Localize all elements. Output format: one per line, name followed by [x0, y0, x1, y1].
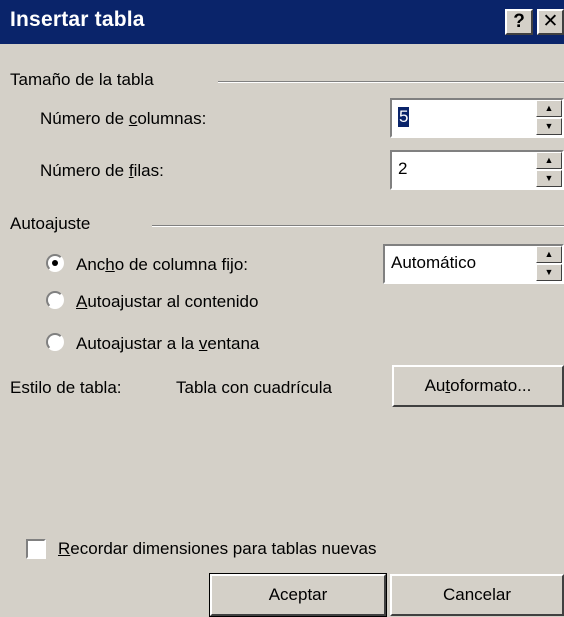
title-bar: Insertar tabla ? ✕	[0, 0, 564, 44]
rows-up-arrow-icon[interactable]: ▲	[536, 152, 562, 169]
rows-spinner[interactable]: 2 ▲ ▼	[390, 150, 564, 190]
autofit-divider	[152, 225, 564, 227]
fixed-width-label[interactable]: Ancho de columna fijo:	[76, 255, 248, 275]
help-button[interactable]: ?	[505, 9, 533, 35]
rows-spin-arrows[interactable]: ▲ ▼	[536, 152, 562, 188]
table-style-value: Tabla con cuadrícula	[176, 378, 332, 397]
rows-value[interactable]: 2	[398, 159, 407, 179]
radio-selected-dot-icon	[52, 260, 58, 266]
table-size-divider	[218, 81, 564, 83]
fit-contents-radio[interactable]	[46, 291, 64, 309]
fit-contents-label[interactable]: Autoajustar al contenido	[76, 292, 258, 312]
column-width-value[interactable]: Automático	[391, 253, 476, 273]
table-style-label: Estilo de tabla:	[10, 378, 122, 397]
table-size-group-label: Tamaño de la tabla	[10, 70, 154, 89]
autoformat-button[interactable]: Autoformato...	[392, 365, 564, 407]
columns-value[interactable]: 5	[398, 107, 410, 127]
window-title: Insertar tabla	[10, 8, 145, 31]
remember-dimensions-checkbox[interactable]	[26, 539, 46, 559]
columns-down-arrow-icon[interactable]: ▼	[536, 118, 562, 135]
fit-window-label[interactable]: Autoajustar a la ventana	[76, 334, 259, 354]
columns-up-arrow-icon[interactable]: ▲	[536, 100, 562, 117]
rows-label: Número de filas:	[40, 161, 164, 180]
columns-label: Número de columnas:	[40, 109, 207, 128]
close-button[interactable]: ✕	[537, 9, 564, 35]
column-width-down-arrow-icon[interactable]: ▼	[536, 264, 562, 281]
column-width-up-arrow-icon[interactable]: ▲	[536, 246, 562, 263]
column-width-spinner[interactable]: Automático ▲ ▼	[383, 244, 564, 284]
fit-window-radio[interactable]	[46, 333, 64, 351]
fixed-width-radio[interactable]	[46, 254, 64, 272]
cancel-button[interactable]: Cancelar	[390, 574, 564, 616]
remember-dimensions-label[interactable]: Recordar dimensiones para tablas nuevas	[58, 539, 376, 559]
columns-spin-arrows[interactable]: ▲ ▼	[536, 100, 562, 136]
column-width-spin-arrows[interactable]: ▲ ▼	[536, 246, 562, 282]
ok-button[interactable]: Aceptar	[209, 573, 387, 617]
rows-down-arrow-icon[interactable]: ▼	[536, 170, 562, 187]
columns-spinner[interactable]: 5 ▲ ▼	[390, 98, 564, 138]
autofit-group-label: Autoajuste	[10, 214, 91, 233]
